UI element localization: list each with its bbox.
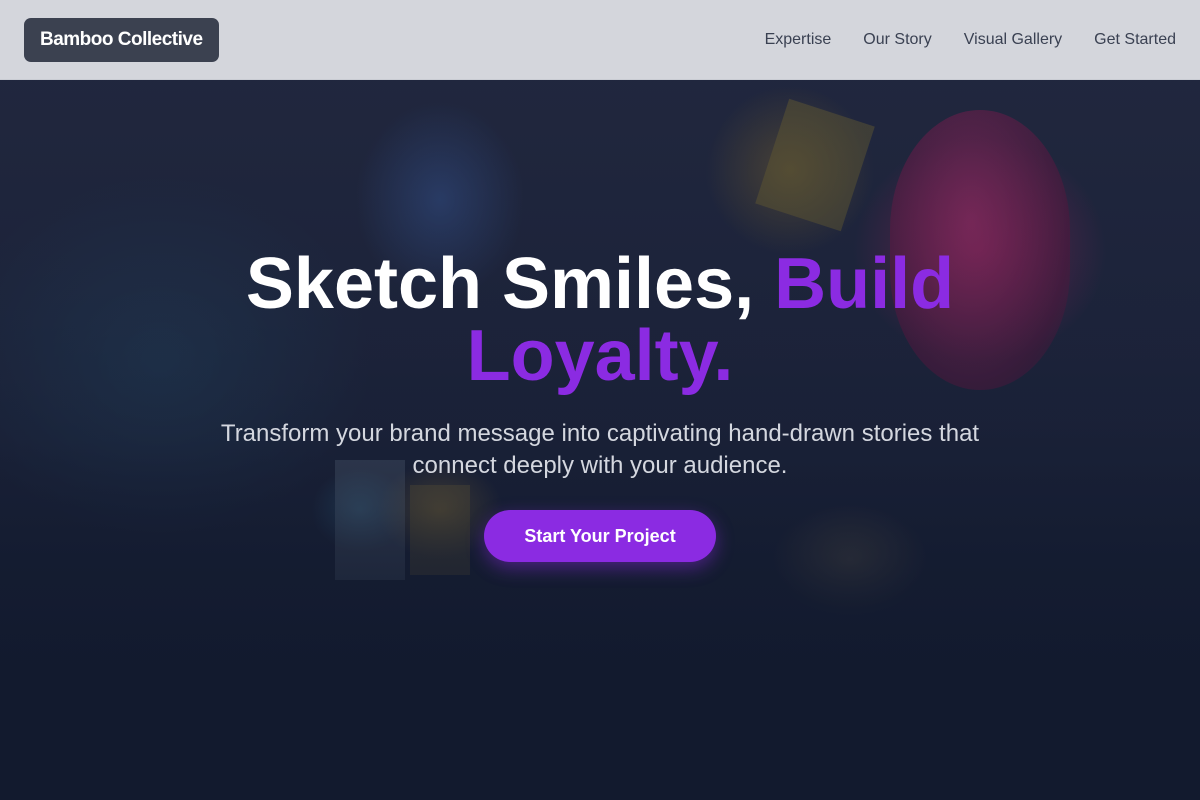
nav-link-our-story[interactable]: Our Story: [863, 31, 931, 49]
site-header: Bamboo Collective Expertise Our Story Vi…: [0, 0, 1200, 80]
nav-link-expertise[interactable]: Expertise: [765, 31, 832, 49]
nav-link-visual-gallery[interactable]: Visual Gallery: [964, 31, 1062, 49]
headline-primary: Sketch Smiles,: [245, 244, 775, 324]
main-nav: Expertise Our Story Visual Gallery Get S…: [765, 31, 1176, 49]
hero-headline: Sketch Smiles, Build Loyalty.: [150, 248, 1050, 392]
brand-logo[interactable]: Bamboo Collective: [24, 17, 219, 62]
hero-subheading: Transform your brand message into captiv…: [220, 420, 980, 479]
hero-section: Sketch Smiles, Build Loyalty. Transform …: [0, 80, 1200, 800]
nav-link-get-started[interactable]: Get Started: [1094, 31, 1176, 49]
start-project-button[interactable]: Start Your Project: [484, 510, 716, 562]
